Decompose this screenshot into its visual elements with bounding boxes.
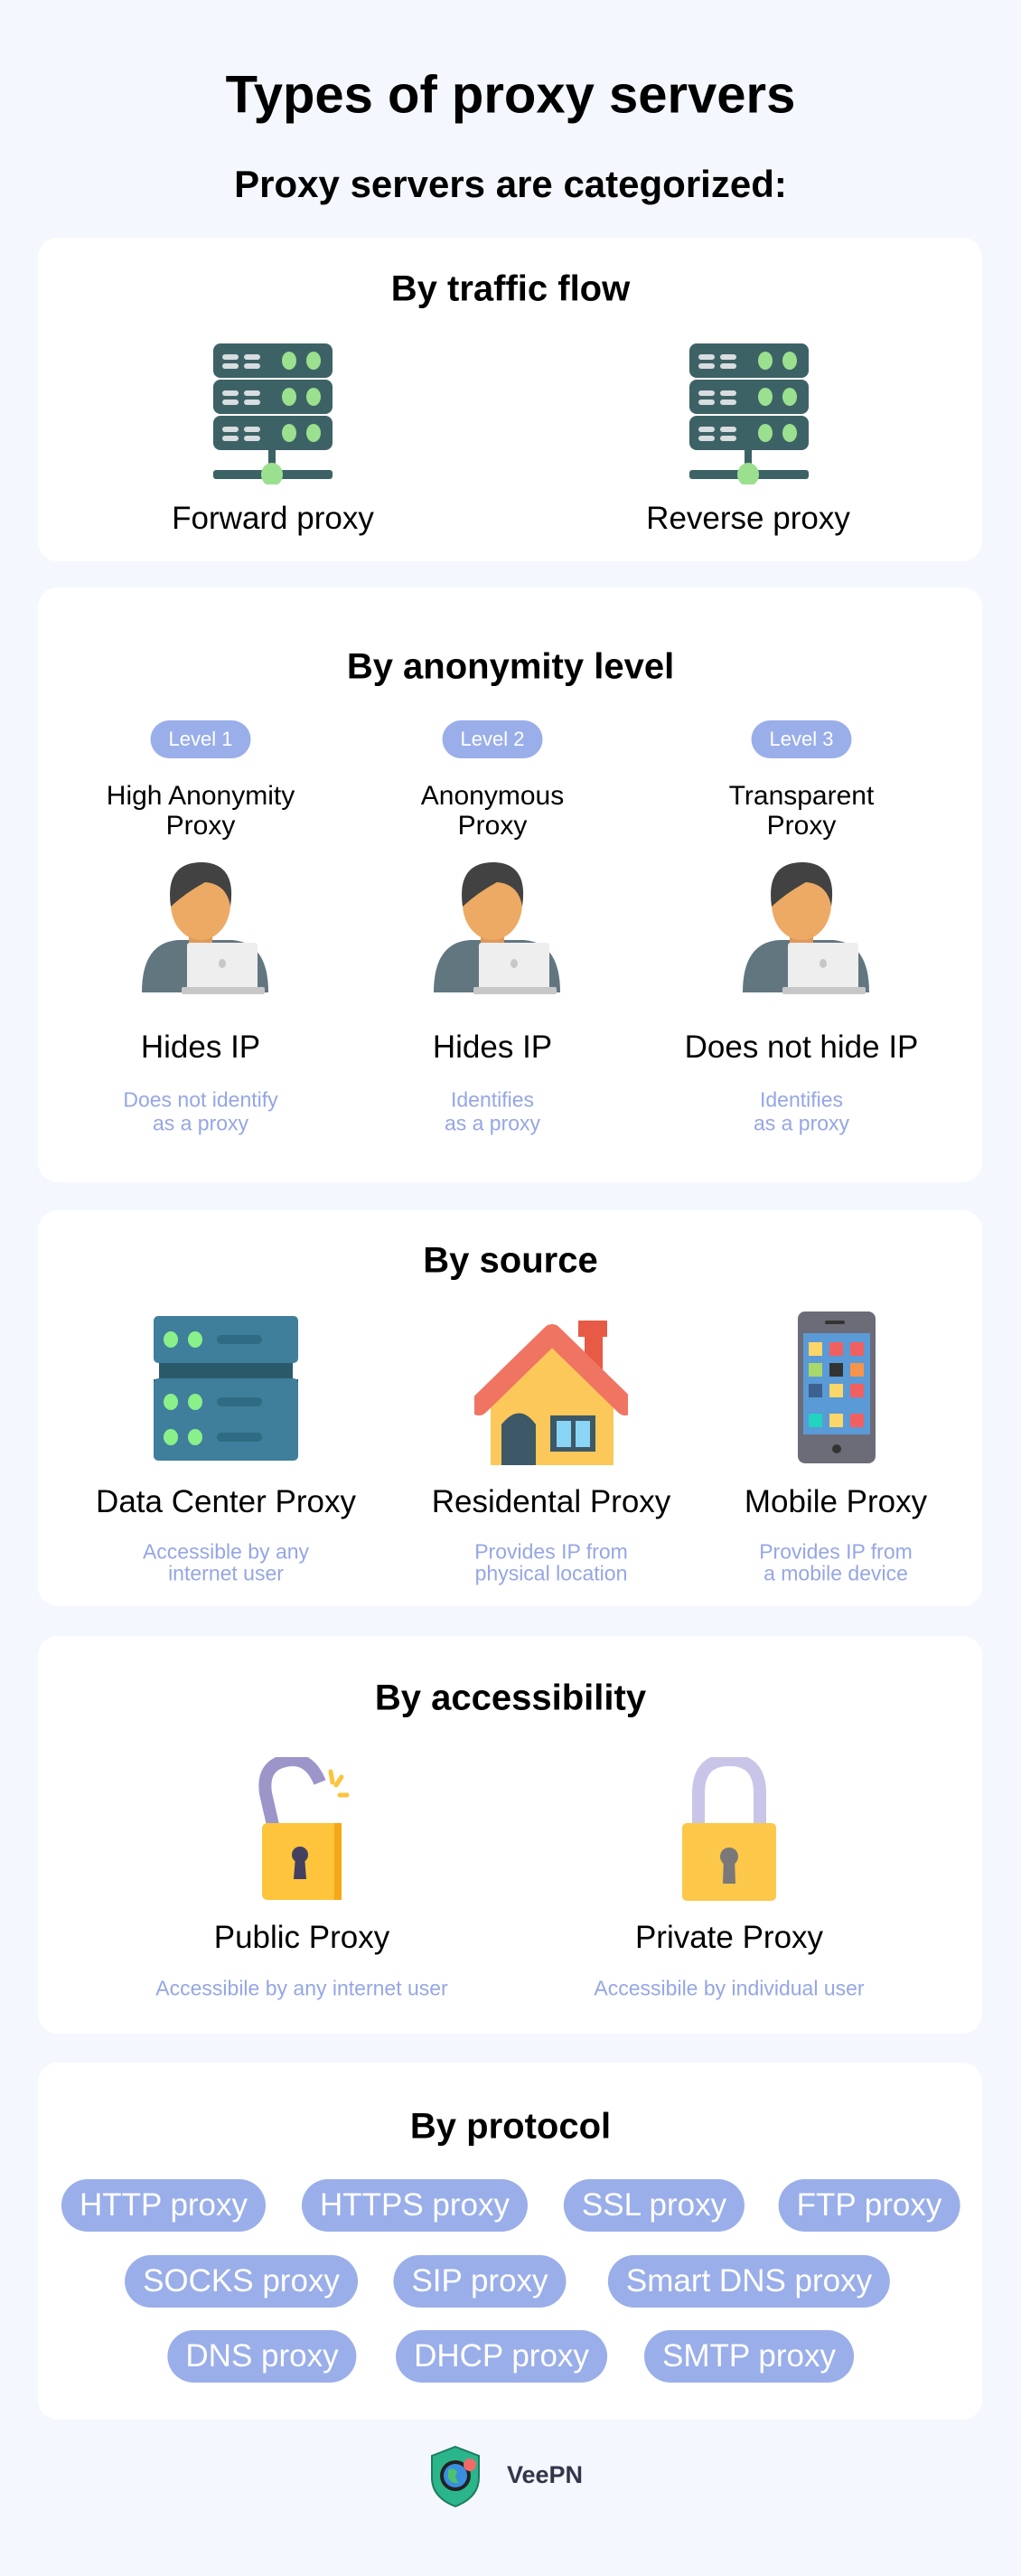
smartphone-icon [798, 1312, 876, 1463]
description: Accessibile by any internet user [155, 1976, 448, 2000]
ip-status: Hides IP [140, 1029, 261, 1065]
description: as a proxy [444, 1111, 541, 1135]
description: Accessibile by individual user [594, 1976, 865, 2000]
proxy-name: Proxy [766, 811, 837, 841]
protocol-pill: SMTP proxy [644, 2330, 854, 2383]
section-title: By anonymity level [346, 646, 675, 687]
proxy-name: High Anonymity [106, 781, 295, 811]
proxy-name: Anonymous [420, 781, 565, 811]
locked-padlock-icon [682, 1757, 776, 1901]
private-proxy-label: Private Proxy [634, 1920, 824, 1955]
section-title: By protocol [409, 2106, 612, 2147]
protocol-pill: SIP proxy [393, 2255, 567, 2308]
page-title: Types of proxy servers [225, 65, 796, 125]
forward-proxy-label: Forward proxy [172, 501, 374, 536]
datacenter-icon [154, 1316, 298, 1461]
description: internet user [168, 1561, 284, 1585]
house-icon [474, 1321, 628, 1465]
section-title: By source [423, 1240, 598, 1281]
proxy-name: Proxy [165, 811, 236, 841]
section-title: By traffic flow [390, 268, 631, 309]
residential-proxy-label: Residental Proxy [431, 1484, 671, 1519]
protocol-pill: SSL proxy [563, 2179, 745, 2232]
server-icon [689, 343, 809, 484]
unlocked-padlock-icon [258, 1757, 350, 1900]
ip-status: Does not hide IP [684, 1029, 919, 1065]
veepn-logo-icon [431, 2445, 480, 2508]
ip-status: Hides IP [432, 1029, 553, 1065]
level-badge: Level 1 [150, 720, 251, 758]
description: as a proxy [753, 1111, 850, 1135]
user-with-laptop-icon [142, 861, 268, 994]
protocol-pill: DNS proxy [167, 2330, 357, 2383]
description: Identifies [759, 1087, 844, 1112]
public-proxy-label: Public Proxy [213, 1920, 390, 1955]
description: Does not identify [123, 1087, 278, 1112]
user-with-laptop-icon [743, 861, 869, 994]
proxy-name: Proxy [457, 811, 528, 841]
page-subtitle: Proxy servers are categorized: [234, 163, 787, 205]
protocol-pill: HTTP proxy [61, 2179, 267, 2232]
server-icon [213, 343, 333, 484]
level-badge: Level 3 [751, 720, 852, 758]
protocol-pill: HTTPS proxy [301, 2179, 529, 2232]
proxy-name: Transparent [728, 781, 875, 811]
level-badge: Level 2 [442, 720, 543, 758]
protocol-pill: SOCKS proxy [125, 2255, 358, 2308]
mobile-proxy-label: Mobile Proxy [744, 1484, 928, 1519]
reverse-proxy-label: Reverse proxy [646, 501, 850, 536]
protocol-pill: DHCP proxy [396, 2330, 607, 2383]
protocol-pill: Smart DNS proxy [607, 2255, 891, 2308]
datacenter-proxy-label: Data Center Proxy [96, 1484, 356, 1519]
section-title: By accessibility [374, 1678, 647, 1718]
description: a mobile device [763, 1561, 908, 1585]
description: Accessible by any [142, 1539, 310, 1564]
description: Identifies [450, 1087, 535, 1112]
description: Provides IP from [759, 1539, 913, 1564]
description: as a proxy [152, 1111, 249, 1135]
description: physical location [474, 1561, 628, 1585]
protocol-pill: FTP proxy [778, 2179, 960, 2232]
user-with-laptop-icon [434, 861, 560, 994]
description: Provides IP from [474, 1539, 628, 1564]
brand-name: VeePN [507, 2461, 584, 2488]
